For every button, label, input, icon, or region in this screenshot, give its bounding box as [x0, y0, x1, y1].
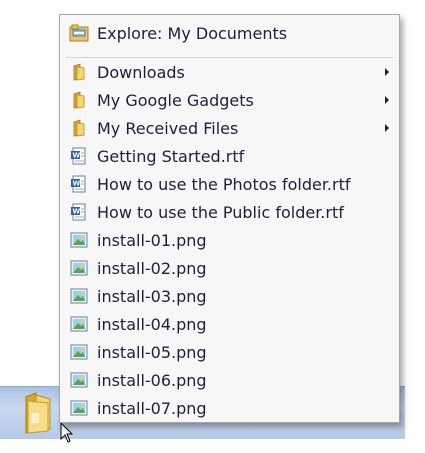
rtf-document-icon: W: [60, 175, 97, 193]
list-item[interactable]: install-02.png: [60, 254, 399, 282]
list-item[interactable]: W How to use the Public folder.rtf: [60, 198, 399, 226]
submenu-item[interactable]: Downloads: [60, 58, 399, 86]
svg-text:W: W: [72, 180, 80, 188]
mouse-cursor: [60, 422, 74, 444]
image-file-icon: [60, 260, 97, 276]
image-file-icon: [60, 372, 97, 388]
item-label: My Received Files: [97, 118, 239, 138]
item-label: install-03.png: [97, 286, 207, 306]
item-label: How to use the Public folder.rtf: [97, 202, 344, 222]
rtf-document-icon: W: [60, 147, 97, 165]
list-item[interactable]: install-01.png: [60, 226, 399, 254]
item-label: install-01.png: [97, 230, 207, 250]
submenu-item[interactable]: My Google Gadgets: [60, 86, 399, 114]
folder-icon: [60, 91, 97, 109]
chevron-right-icon: [385, 68, 389, 76]
item-label: My Google Gadgets: [97, 90, 254, 110]
image-file-icon: [60, 288, 97, 304]
rtf-document-icon: W: [60, 203, 97, 221]
item-label: How to use the Photos folder.rtf: [97, 174, 351, 194]
list-item[interactable]: install-04.png: [60, 310, 399, 338]
item-label: install-02.png: [97, 258, 207, 278]
chevron-right-icon: [385, 96, 389, 104]
jump-list-menu: Explore: My Documents Downloads My Google…: [59, 14, 400, 423]
item-label: install-06.png: [97, 370, 207, 390]
submenu-item[interactable]: My Received Files: [60, 114, 399, 142]
taskbar-folder-button[interactable]: [22, 391, 54, 435]
explore-label: Explore: My Documents: [97, 23, 288, 43]
image-file-icon: [60, 232, 97, 248]
svg-text:W: W: [72, 208, 80, 216]
chevron-right-icon: [385, 124, 389, 132]
explore-my-documents-item[interactable]: Explore: My Documents: [60, 15, 399, 51]
folder-icon: [25, 392, 51, 434]
list-item[interactable]: install-06.png: [60, 366, 399, 394]
item-label: Downloads: [97, 62, 185, 82]
list-item[interactable]: W How to use the Photos folder.rtf: [60, 170, 399, 198]
image-file-icon: [60, 344, 97, 360]
folder-icon: [60, 119, 97, 137]
image-file-icon: [60, 316, 97, 332]
item-label: install-07.png: [97, 398, 207, 418]
svg-text:W: W: [72, 152, 80, 160]
image-file-icon: [60, 400, 97, 416]
item-label: install-04.png: [97, 314, 207, 334]
list-item[interactable]: install-03.png: [60, 282, 399, 310]
explore-folder-icon: [69, 24, 88, 42]
folder-icon: [60, 63, 97, 81]
list-item[interactable]: install-05.png: [60, 338, 399, 366]
item-label: install-05.png: [97, 342, 207, 362]
item-label: Getting Started.rtf: [97, 146, 245, 166]
list-item[interactable]: W Getting Started.rtf: [60, 142, 399, 170]
list-item[interactable]: install-07.png: [60, 394, 399, 422]
